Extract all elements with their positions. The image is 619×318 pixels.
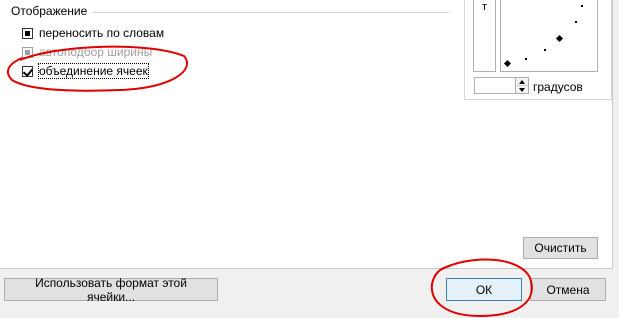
merge-cells-checkbox[interactable]: объединение ячеек [22,63,149,79]
dial-dot [544,49,546,51]
use-cell-format-button[interactable]: Использовать формат этой ячейки... [4,276,218,304]
section-divider [93,12,449,13]
dial-dot [575,21,577,23]
wrap-text-checkbox[interactable]: переносить по словам [22,25,164,41]
checkbox-indicator [22,27,33,39]
degrees-spinner[interactable] [515,77,529,94]
shrink-to-fit-label: автоподбор ширины [39,45,153,59]
dial-dot [581,5,583,7]
orientation-dial[interactable] [500,0,598,72]
ok-button[interactable]: ОК [446,278,522,301]
merge-cells-label: объединение ячеек [38,63,149,79]
checkbox-indicator [22,65,33,77]
clear-button[interactable]: Очистить [523,237,598,259]
degrees-input[interactable] [474,77,516,94]
dial-dot [525,58,527,60]
degrees-label: градусов [533,80,583,94]
display-section-title: Отображение [11,4,88,18]
checkbox-indicator [22,46,33,58]
shrink-to-fit-checkbox: автоподбор ширины [22,44,152,60]
wrap-text-label: переносить по словам [39,26,165,40]
cancel-button[interactable]: Отмена [530,278,606,301]
spin-up-icon[interactable] [516,78,528,86]
vertical-text-letter: т [481,1,488,13]
spin-down-icon[interactable] [516,86,528,93]
